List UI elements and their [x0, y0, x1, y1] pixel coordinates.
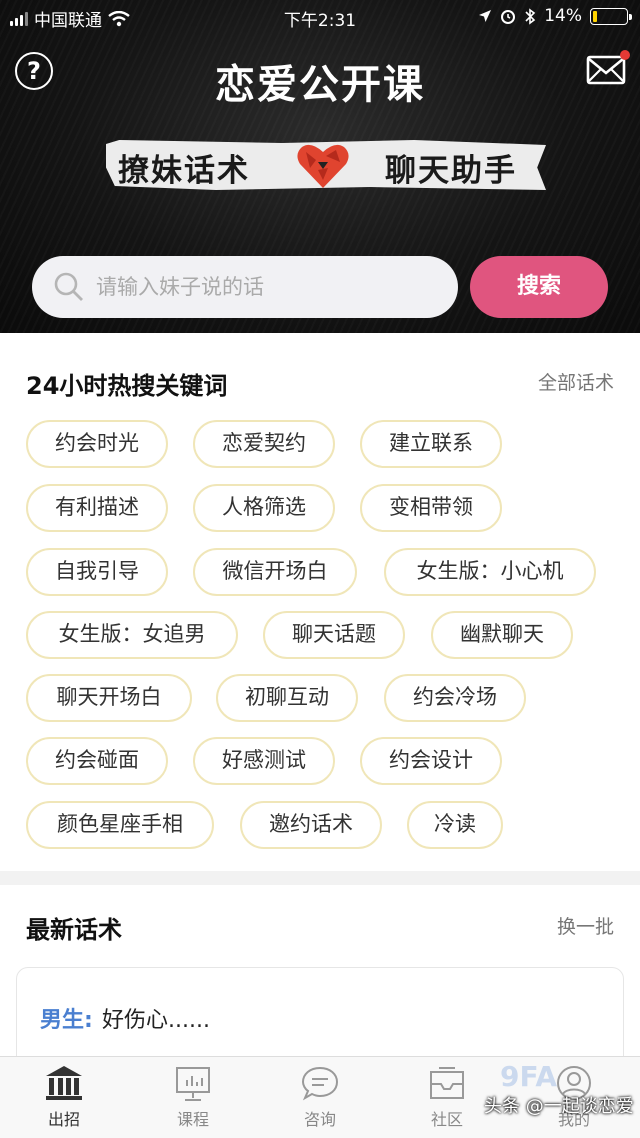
- notification-dot: [620, 50, 630, 60]
- bluetooth-icon: [525, 7, 536, 25]
- keyword-tag[interactable]: 约会时光: [26, 420, 168, 468]
- all-scripts-link[interactable]: 全部话术: [538, 368, 614, 395]
- search-button[interactable]: 搜索: [470, 256, 608, 318]
- keyword-tag[interactable]: 恋爱契约: [193, 420, 335, 468]
- alarm-icon: [501, 10, 516, 24]
- keyword-tag[interactable]: 变相带领: [360, 484, 502, 532]
- nav-item-consult[interactable]: 咨询: [275, 1060, 365, 1136]
- keyword-tag[interactable]: 初聊互动: [216, 674, 358, 722]
- keyword-tag[interactable]: 约会碰面: [26, 737, 168, 785]
- keyword-tag[interactable]: 建立联系: [360, 420, 502, 468]
- watermark-text: 头条 @一起谈恋爱: [484, 1096, 634, 1117]
- watermark-logo: 9FA: [500, 1060, 558, 1093]
- banner-right-text: 聊天助手: [385, 153, 517, 189]
- nav-item-chuzhao[interactable]: 出招: [19, 1060, 109, 1136]
- keyword-tag[interactable]: 邀约话术: [240, 801, 382, 849]
- keyword-tag[interactable]: 聊天开场白: [26, 674, 192, 722]
- page-title: 恋爱公开课: [215, 62, 425, 108]
- latest-scripts-title: 最新话术: [26, 916, 122, 944]
- banner-left-text: 撩妹话术: [118, 153, 250, 189]
- battery-percent: 14%: [544, 6, 582, 26]
- search-icon: [54, 272, 83, 301]
- keyword-tag[interactable]: 自我引导: [26, 548, 168, 596]
- nav-item-course[interactable]: 课程: [148, 1060, 238, 1136]
- keyword-tag[interactable]: 人格筛选: [193, 484, 335, 532]
- card-text: 好伤心......: [102, 1008, 210, 1033]
- app-screen: 中国联通 下午2:31 14% ? 恋爱公开课 撩妹话术 聊天助手 搜索 24小…: [0, 0, 640, 1138]
- keyword-tag[interactable]: 约会冷场: [384, 674, 526, 722]
- keyword-tag[interactable]: 约会设计: [360, 737, 502, 785]
- temple-icon: [46, 1066, 82, 1100]
- keyword-tag[interactable]: 幽默聊天: [431, 611, 573, 659]
- card-speaker-label: 男生:: [40, 1008, 93, 1033]
- location-icon: [479, 10, 492, 22]
- keyword-tag[interactable]: 女生版：女追男: [26, 611, 238, 659]
- nav-label: 课程: [176, 1110, 209, 1129]
- inbox-icon: [430, 1067, 464, 1099]
- chat-bubble-icon: [301, 1066, 339, 1101]
- keyword-tag[interactable]: 颜色星座手相: [26, 801, 214, 849]
- refresh-batch-link[interactable]: 换一批: [557, 912, 614, 939]
- status-bar: 中国联通 下午2:31 14%: [0, 0, 640, 34]
- heart-icon: [297, 144, 349, 188]
- nav-label: 出招: [47, 1110, 80, 1129]
- keyword-tag[interactable]: 微信开场白: [193, 548, 357, 596]
- keyword-tag[interactable]: 有利描述: [26, 484, 168, 532]
- keyword-tag[interactable]: 女生版：小心机: [384, 548, 596, 596]
- search-input[interactable]: [96, 266, 436, 308]
- battery-icon: [590, 7, 632, 25]
- keyword-tag[interactable]: 好感测试: [193, 737, 335, 785]
- keyword-tag[interactable]: 冷读: [407, 801, 503, 849]
- nav-label: 咨询: [303, 1110, 336, 1129]
- hot-keywords-section: [0, 333, 640, 871]
- chart-board-icon: [176, 1067, 210, 1101]
- battery-level: [593, 10, 598, 22]
- nav-label: 社区: [430, 1110, 463, 1129]
- hot-keywords-title: 24小时热搜关键词: [26, 372, 228, 400]
- nav-item-community[interactable]: 社区: [402, 1060, 492, 1136]
- keyword-tag[interactable]: 聊天话题: [263, 611, 405, 659]
